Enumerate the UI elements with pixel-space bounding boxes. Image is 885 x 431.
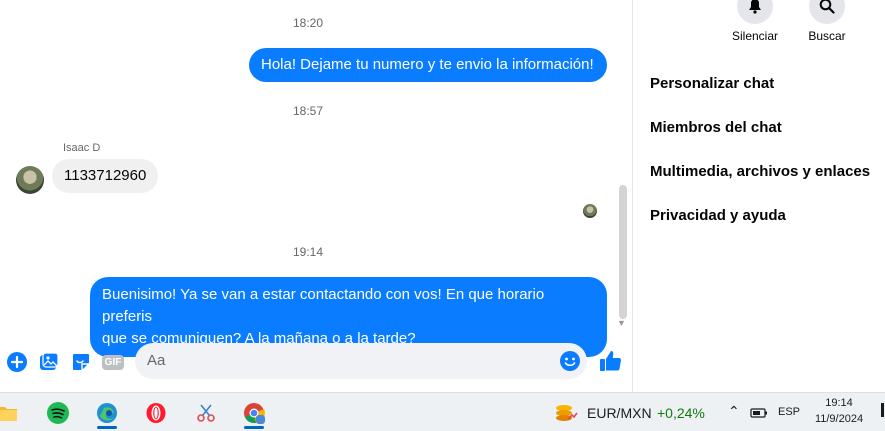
message-text: Buenisimo! Ya se van a estar contactando…	[102, 286, 545, 325]
timestamp: 18:57	[292, 104, 324, 118]
message-input[interactable]	[147, 352, 547, 369]
scroll-down-icon[interactable]: ▼	[617, 318, 626, 328]
clock-date[interactable]: 11/9/2024	[810, 413, 868, 425]
timestamp: 19:14	[292, 245, 324, 259]
message-text: 1133712960	[64, 167, 147, 184]
spotify-icon[interactable]	[41, 397, 75, 429]
clock-time[interactable]: 19:14	[810, 397, 868, 409]
panel-item-chat-members[interactable]: Miembros del chat	[650, 119, 782, 136]
sticker-icon[interactable]	[70, 351, 92, 373]
file-explorer-icon[interactable]	[0, 397, 24, 429]
add-icon[interactable]	[6, 351, 28, 373]
message-outgoing[interactable]: Hola! Dejame tu numero y te envio la inf…	[249, 48, 607, 82]
message-incoming[interactable]: 1133712960	[52, 159, 159, 193]
mute-label: Silenciar	[731, 29, 779, 43]
language-indicator[interactable]: ESP	[778, 406, 800, 418]
battery-icon[interactable]	[750, 406, 768, 424]
taskbar: EUR/MXN +0,24% ⌃ ESP 19:14 11/9/2024	[0, 392, 885, 431]
search-button[interactable]	[809, 0, 845, 24]
panel-item-media-files-links[interactable]: Multimedia, archivos y enlaces	[650, 163, 870, 180]
edge-browser-icon[interactable]	[90, 397, 124, 429]
currency-change[interactable]: +0,24%	[657, 405, 705, 421]
panel-item-privacy-help[interactable]: Privacidad y ayuda	[650, 207, 786, 224]
mute-button[interactable]	[737, 0, 773, 24]
chat-thread: 18:20 Hola! Dejame tu numero y te envio …	[0, 0, 632, 392]
bell-icon	[749, 0, 761, 14]
stocks-widget-icon[interactable]	[549, 397, 583, 429]
opera-browser-icon[interactable]	[139, 397, 173, 429]
chrome-browser-icon[interactable]	[237, 397, 271, 429]
currency-pair[interactable]: EUR/MXN	[587, 405, 652, 421]
message-input-box[interactable]	[135, 343, 587, 379]
panel-item-customize-chat[interactable]: Personalizar chat	[650, 75, 774, 92]
search-icon	[819, 0, 835, 14]
show-desktop-button[interactable]	[881, 403, 884, 417]
chat-details-panel: Silenciar Buscar Personalizar chat Miemb…	[632, 0, 885, 392]
message-text: Hola! Dejame tu numero y te envio la inf…	[261, 56, 594, 73]
scrollbar-thumb[interactable]	[619, 185, 627, 319]
chevron-up-icon[interactable]: ⌃	[728, 403, 740, 420]
message-composer: GIF	[0, 340, 632, 384]
photo-icon[interactable]	[38, 351, 60, 373]
search-label: Buscar	[808, 29, 846, 43]
avatar[interactable]	[16, 166, 44, 194]
active-indicator	[244, 426, 264, 429]
read-receipt-avatar	[583, 204, 597, 218]
emoji-icon[interactable]	[559, 350, 581, 372]
active-indicator	[97, 426, 117, 429]
gif-label: GIF	[101, 354, 125, 370]
sender-name: Isaac D	[63, 142, 101, 154]
timestamp: 18:20	[292, 16, 324, 30]
snipping-tool-icon[interactable]	[189, 397, 223, 429]
like-icon[interactable]	[598, 349, 622, 373]
gif-icon[interactable]: GIF	[101, 351, 125, 373]
